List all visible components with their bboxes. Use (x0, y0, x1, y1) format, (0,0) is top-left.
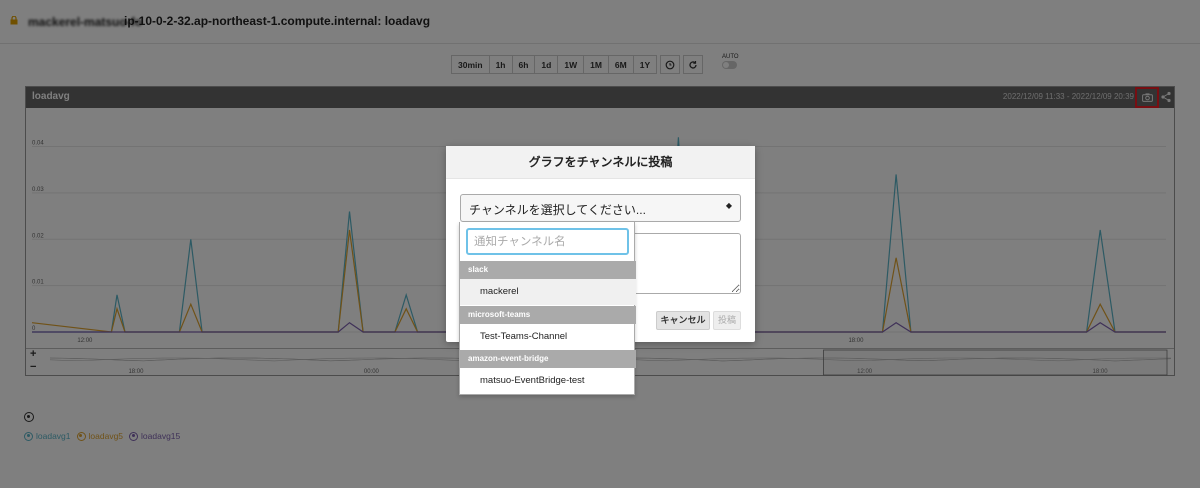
channel-search-box (466, 228, 629, 255)
submit-button[interactable]: 投稿 (713, 311, 741, 330)
channel-select[interactable]: チャンネルを選択してください... ◆ (460, 194, 741, 222)
option-test-teams-channel[interactable]: Test-Teams-Channel (460, 324, 636, 350)
option-matsuo-eventbridge-test[interactable]: matsuo-EventBridge-test (460, 368, 636, 394)
select-caret-icon: ◆ (725, 201, 732, 210)
channel-search-input[interactable] (468, 230, 627, 253)
dialog-header: グラフをチャンネルに投稿 (446, 146, 755, 179)
group-microsoft-teams: microsoft-teams (460, 306, 636, 324)
dialog-title: グラフをチャンネルに投稿 (528, 155, 673, 169)
app-root: mackerel-matsuo-fo ip-10-0-2-32.ap-north… (0, 0, 1200, 488)
group-amazon-event-bridge: amazon-event-bridge (460, 350, 636, 368)
option-mackerel[interactable]: mackerel (460, 279, 636, 305)
channel-dropdown: slack mackerel microsoft-teams Test-Team… (459, 222, 636, 395)
cancel-button[interactable]: キャンセル (656, 311, 710, 330)
channel-select-value: チャンネルを選択してください... (469, 203, 646, 217)
group-slack: slack (460, 261, 636, 279)
